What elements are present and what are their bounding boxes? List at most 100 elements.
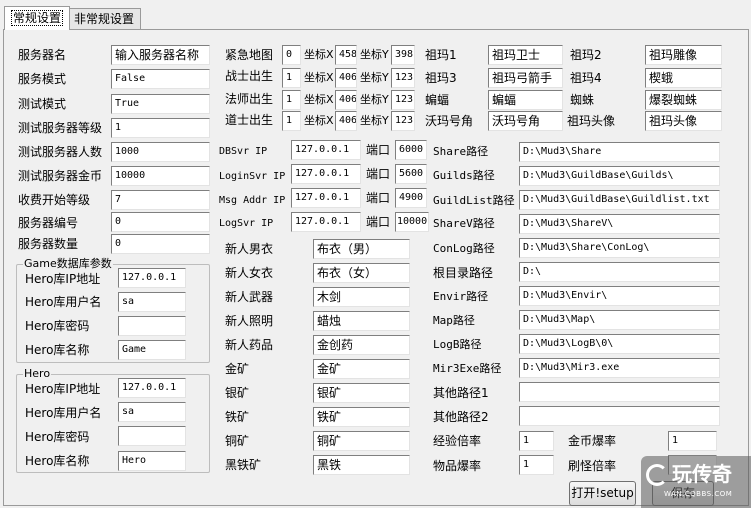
mir3exe-path-field[interactable]: D:\Mud3\Mir3.exe	[519, 358, 720, 378]
watermark-logo-icon	[646, 464, 668, 486]
dbsvr-ip-label: DBSvr IP	[219, 146, 268, 157]
hero-db-user-field[interactable]: sa	[118, 402, 186, 422]
warrior-y-field[interactable]: 123	[391, 68, 415, 88]
hero-db-name-field[interactable]: Hero	[118, 451, 186, 471]
envir-path-field[interactable]: D:\Mud3\Envir\	[519, 286, 720, 306]
game-db-group-title: Game数据库参数	[23, 257, 113, 271]
tab-advanced-settings[interactable]: 非常规设置	[67, 8, 142, 29]
server-name-field[interactable]: 输入服务器名称	[111, 45, 210, 65]
logb-path-field[interactable]: D:\Mud3\LogB\0\	[519, 334, 720, 354]
tab-label: 常规设置	[11, 10, 64, 26]
guildlist-path-field[interactable]: D:\Mud3\GuildBase\Guildlist.txt	[519, 190, 720, 210]
open-setup-button[interactable]: 打开!setup	[569, 481, 636, 506]
zuma1-field[interactable]: 祖玛卫士	[488, 45, 563, 65]
loginsvr-ip-field[interactable]: 127.0.0.1	[291, 164, 361, 184]
mage-x-field[interactable]: 406	[335, 90, 357, 110]
charge-level-field[interactable]: 7	[111, 190, 210, 210]
game-db-name-field[interactable]: Game	[118, 340, 186, 360]
server-mode-field[interactable]: False	[111, 69, 210, 89]
dbsvr-port-field[interactable]: 6000	[395, 140, 427, 160]
mage-y-field[interactable]: 123	[391, 90, 415, 110]
taoist-map-field[interactable]: 1	[282, 111, 301, 131]
hero-db-ip-field[interactable]: 127.0.0.1	[118, 378, 186, 398]
site-watermark: 玩传奇 WAN.CQBBS.COM	[641, 456, 751, 508]
root-path-label: 根目录路径	[433, 266, 494, 280]
game-db-password-label: Hero库密码	[25, 319, 90, 333]
zuma3-field[interactable]: 祖玛弓箭手	[488, 68, 563, 88]
newbie-female-cloth-field[interactable]: 布衣（女）	[313, 263, 410, 283]
zuma2-field[interactable]: 祖玛雕像	[645, 45, 722, 65]
zuma-head-field[interactable]: 祖玛头像	[645, 111, 722, 131]
test-gold-label: 测试服务器金币	[18, 169, 103, 183]
black-iron-ore-field[interactable]: 黑铁	[313, 455, 410, 475]
gold-ore-label: 金矿	[225, 362, 250, 376]
taoist-y-field[interactable]: 123	[391, 111, 415, 131]
game-db-password-field[interactable]	[118, 316, 186, 336]
black-iron-ore-label: 黑铁矿	[225, 458, 262, 472]
newbie-light-field[interactable]: 蜡烛	[313, 311, 410, 331]
server-number-field[interactable]: 0	[111, 212, 210, 232]
warrior-map-field[interactable]: 1	[282, 68, 301, 88]
server-name-label: 服务器名	[18, 48, 67, 62]
emergency-map-field[interactable]: 0	[282, 45, 301, 65]
item-drop-rate-field[interactable]: 1	[519, 455, 554, 475]
newbie-weapon-label: 新人武器	[225, 290, 274, 304]
conlog-path-field[interactable]: D:\Mud3\Share\ConLog\	[519, 238, 720, 258]
game-db-ip-field[interactable]: 127.0.0.1	[118, 268, 186, 288]
emergency-x-field[interactable]: 458	[335, 45, 357, 65]
newbie-potion-field[interactable]: 金创药	[313, 335, 410, 355]
share-path-field[interactable]: D:\Mud3\Share	[519, 142, 720, 162]
bat-field[interactable]: 蝙蝠	[488, 90, 563, 110]
silver-ore-field[interactable]: 银矿	[313, 383, 410, 403]
emergency-x-label: 坐标X	[304, 48, 334, 61]
hero-db-user-label: Hero库用户名	[25, 406, 102, 420]
tab-bar: 常规设置 非常规设置	[0, 0, 751, 30]
newbie-male-cloth-field[interactable]: 布衣（男）	[313, 239, 410, 259]
server-qty-field[interactable]: 0	[111, 234, 210, 254]
tab-general-settings[interactable]: 常规设置	[4, 6, 71, 30]
test-count-field[interactable]: 1000	[111, 142, 210, 162]
dbsvr-ip-field[interactable]: 127.0.0.1	[291, 140, 361, 160]
taoist-spawn-label: 道士出生	[225, 113, 274, 127]
test-gold-field[interactable]: 10000	[111, 166, 210, 186]
hero-db-ip-label: Hero库IP地址	[25, 382, 101, 396]
gold-ore-field[interactable]: 金矿	[313, 359, 410, 379]
msgaddr-ip-field[interactable]: 127.0.0.1	[291, 188, 361, 208]
server-number-label: 服务器编号	[18, 216, 79, 230]
game-db-user-field[interactable]: sa	[118, 292, 186, 312]
test-level-field[interactable]: 1	[111, 118, 210, 138]
sharev-path-field[interactable]: D:\Mud3\ShareV\	[519, 214, 720, 234]
test-count-label: 测试服务器人数	[18, 145, 103, 159]
mage-map-field[interactable]: 1	[282, 90, 301, 110]
hero-db-password-field[interactable]	[118, 426, 186, 446]
root-path-field[interactable]: D:\	[519, 262, 720, 282]
warrior-y-label: 坐标Y	[360, 71, 389, 84]
gold-drop-rate-field[interactable]: 1	[668, 431, 717, 451]
taoist-x-label: 坐标X	[304, 114, 334, 127]
loginsvr-port-label: 端口	[366, 167, 391, 181]
other-path1-field[interactable]	[519, 382, 720, 402]
warrior-x-field[interactable]: 406	[335, 68, 357, 88]
warrior-spawn-label: 战士出生	[225, 69, 274, 83]
taoist-x-field[interactable]: 406	[335, 111, 357, 131]
msgaddr-port-label: 端口	[366, 191, 391, 205]
logsvr-ip-field[interactable]: 127.0.0.1	[291, 212, 361, 232]
zuma4-field[interactable]: 楔蛾	[645, 68, 722, 88]
spider-field[interactable]: 爆裂蜘蛛	[645, 90, 722, 110]
map-path-field[interactable]: D:\Mud3\Map\	[519, 310, 720, 330]
iron-ore-field[interactable]: 铁矿	[313, 407, 410, 427]
monster-refresh-rate-label: 刷怪倍率	[568, 459, 617, 473]
msgaddr-port-field[interactable]: 4900	[395, 188, 427, 208]
woma-horn-field[interactable]: 沃玛号角	[488, 111, 563, 131]
warrior-x-label: 坐标X	[304, 71, 334, 84]
emergency-y-field[interactable]: 398	[391, 45, 415, 65]
loginsvr-port-field[interactable]: 5600	[395, 164, 427, 184]
mage-y-label: 坐标Y	[360, 93, 389, 106]
newbie-weapon-field[interactable]: 木剑	[313, 287, 410, 307]
logsvr-port-field[interactable]: 10000	[395, 212, 429, 232]
copper-ore-field[interactable]: 铜矿	[313, 431, 410, 451]
test-mode-field[interactable]: True	[111, 94, 210, 114]
guilds-path-field[interactable]: D:\Mud3\GuildBase\Guilds\	[519, 166, 720, 186]
other-path2-field[interactable]	[519, 406, 720, 426]
exp-rate-field[interactable]: 1	[519, 431, 554, 451]
